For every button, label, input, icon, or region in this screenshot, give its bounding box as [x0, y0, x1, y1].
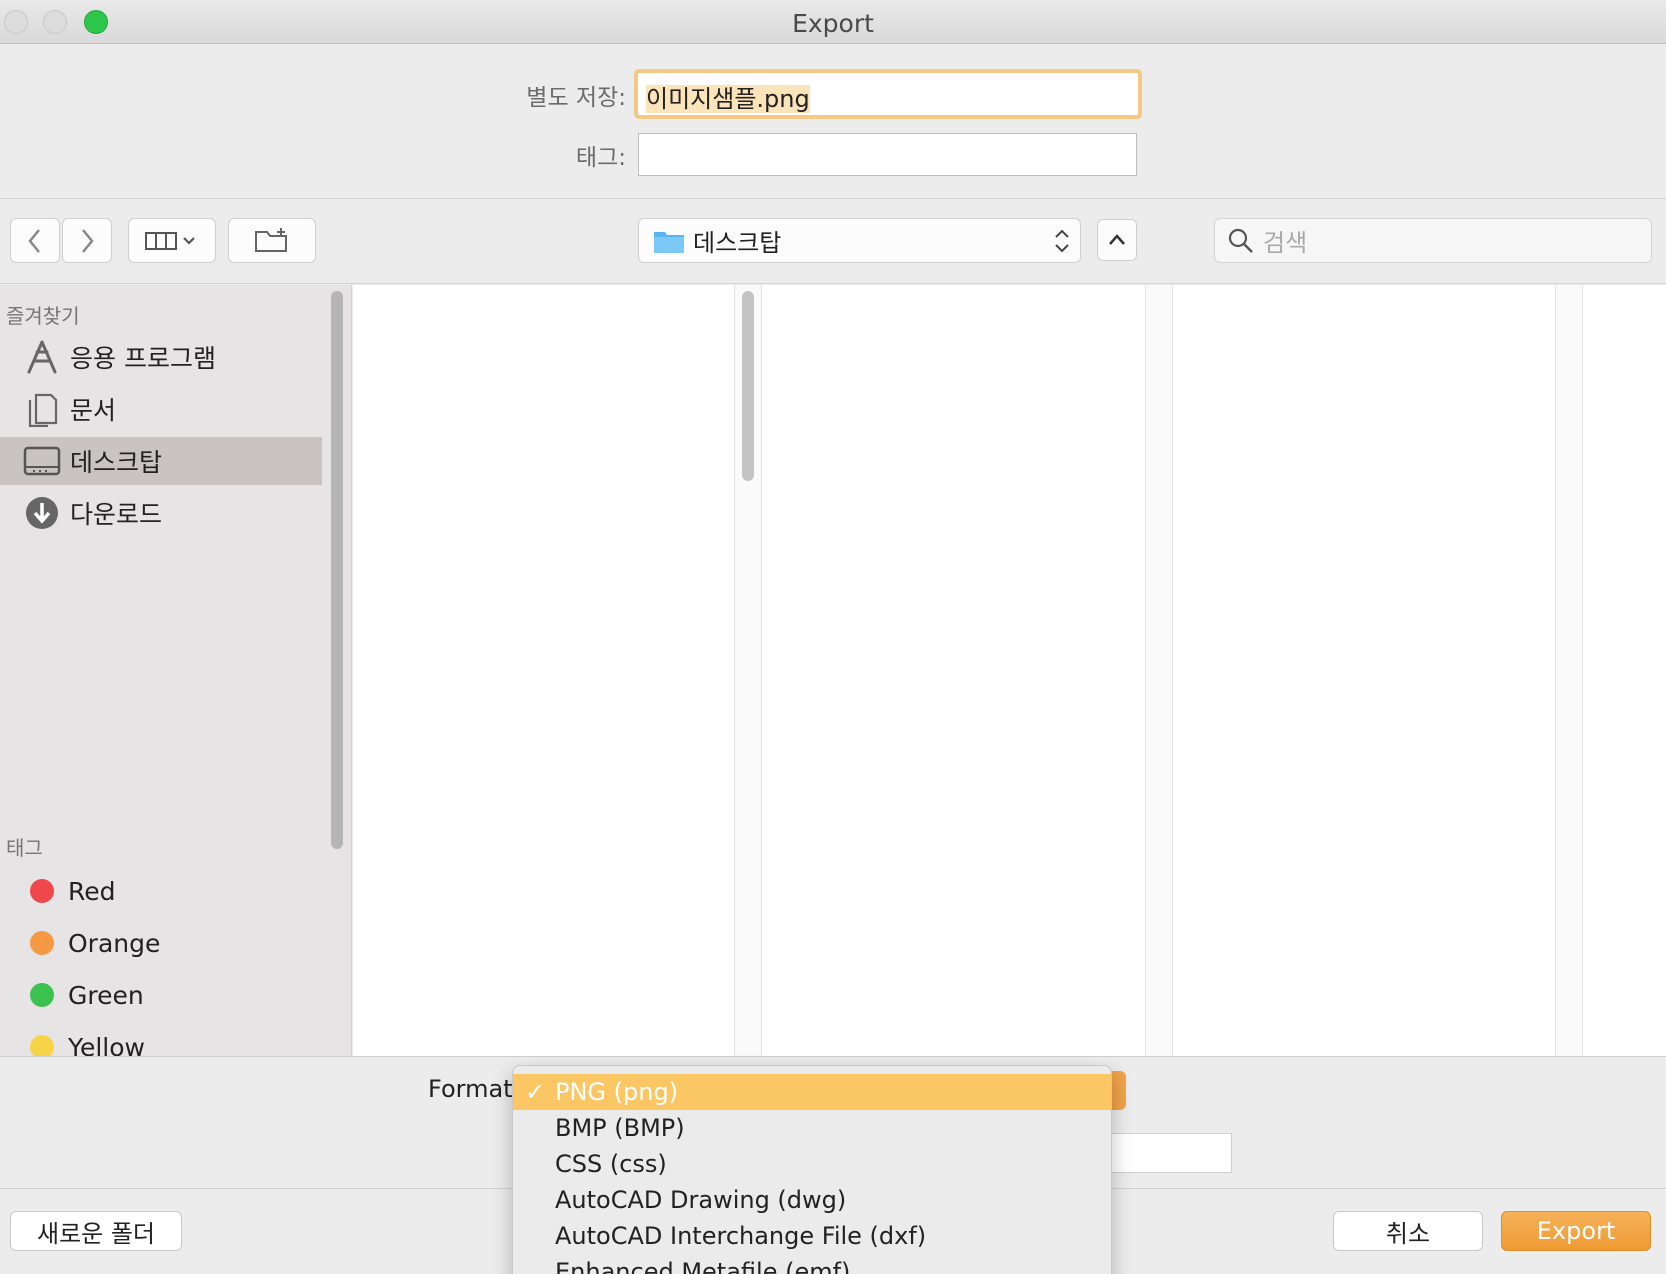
forward-button[interactable] — [62, 218, 112, 263]
location-label: 데스크탑 — [693, 229, 782, 257]
chevron-updown-icon — [1055, 229, 1069, 252]
orange-tag-dot — [30, 931, 54, 955]
sidebar-tag-red[interactable]: Red — [0, 867, 322, 915]
tag-label: Red — [68, 876, 116, 906]
applications-icon — [22, 337, 62, 377]
format-option-dxf[interactable]: AutoCAD Interchange File (dxf) — [513, 1218, 1111, 1254]
format-label: Format — [428, 1075, 513, 1103]
export-button[interactable]: Export — [1501, 1211, 1651, 1251]
column-divider[interactable] — [1555, 285, 1583, 1056]
filename-field[interactable]: 이미지샘플.png — [634, 69, 1142, 119]
sidebar-tag-yellow[interactable]: Yellow — [0, 1023, 322, 1056]
desktop-icon — [22, 441, 62, 481]
favorites-section-title: 즐겨찾기 — [6, 304, 80, 328]
filename-value: 이미지샘플.png — [646, 85, 810, 113]
title-bar: Export — [0, 0, 1666, 44]
new-folder-icon — [255, 227, 287, 252]
sidebar-item-applications[interactable]: 응용 프로그램 — [0, 333, 322, 381]
format-option-dwg[interactable]: AutoCAD Drawing (dwg) — [513, 1182, 1111, 1218]
chevron-right-icon — [82, 228, 94, 253]
sidebar-scrollbar[interactable] — [331, 291, 343, 849]
options-field[interactable] — [1110, 1133, 1232, 1173]
sidebar-tag-green[interactable]: Green — [0, 971, 322, 1019]
column-scrollbar[interactable] — [742, 291, 754, 481]
save-as-header: 별도 저장: 이미지샘플.png 태그: — [0, 44, 1666, 199]
sidebar-item-label: 응용 프로그램 — [70, 344, 216, 373]
back-button[interactable] — [10, 218, 60, 263]
yellow-tag-dot — [30, 1035, 54, 1056]
new-folder-toolbar-button[interactable] — [228, 218, 316, 263]
green-tag-dot — [30, 983, 54, 1007]
format-option-label: PNG (png) — [555, 1078, 679, 1106]
checkmark-icon: ✓ — [525, 1078, 546, 1106]
save-as-label: 별도 저장: — [526, 85, 626, 111]
column-view-icon — [145, 231, 195, 250]
search-placeholder: 검색 — [1263, 229, 1308, 257]
sidebar-item-downloads[interactable]: 다운로드 — [0, 489, 322, 537]
tags-label: 태그: — [575, 145, 626, 171]
tag-label: Orange — [68, 928, 161, 958]
sidebar-item-label: 다운로드 — [70, 500, 163, 529]
format-option-label: AutoCAD Drawing (dwg) — [555, 1186, 847, 1214]
tags-field[interactable] — [638, 133, 1137, 176]
format-option-label: BMP (BMP) — [555, 1114, 685, 1142]
format-option-label: AutoCAD Interchange File (dxf) — [555, 1222, 927, 1250]
sidebar: 즐겨찾기 응용 프로그램 문서 데스크탑 다운로드 태그 Red Orange … — [0, 285, 352, 1056]
search-field[interactable]: 검색 — [1214, 218, 1652, 263]
red-tag-dot — [30, 879, 54, 903]
view-mode-button[interactable] — [128, 218, 216, 263]
format-option-bmp[interactable]: BMP (BMP) — [513, 1110, 1111, 1146]
sidebar-item-documents[interactable]: 문서 — [0, 385, 322, 433]
sidebar-item-label: 데스크탑 — [70, 448, 163, 477]
collapse-button[interactable] — [1097, 219, 1137, 261]
format-option-label: Enhanced Metafile (emf) — [555, 1258, 851, 1274]
sidebar-item-desktop[interactable]: 데스크탑 — [0, 437, 322, 485]
location-popup[interactable]: 데스크탑 — [638, 218, 1081, 263]
tag-label: Green — [68, 980, 144, 1010]
file-browser — [353, 285, 1666, 1056]
folder-icon — [654, 231, 684, 253]
format-menu: ✓ PNG (png) BMP (BMP) CSS (css) AutoCAD … — [512, 1065, 1112, 1274]
format-option-png[interactable]: ✓ PNG (png) — [513, 1074, 1111, 1110]
downloads-icon — [22, 493, 62, 533]
sidebar-tag-orange[interactable]: Orange — [0, 919, 322, 967]
window-title: Export — [792, 9, 874, 38]
tags-section-title: 태그 — [6, 836, 43, 860]
cancel-button[interactable]: 취소 — [1333, 1211, 1483, 1251]
chevron-up-icon — [1109, 234, 1125, 245]
documents-icon — [22, 389, 62, 429]
search-icon — [1228, 228, 1253, 253]
sidebar-item-label: 문서 — [70, 396, 117, 425]
format-option-emf[interactable]: Enhanced Metafile (emf) — [513, 1254, 1111, 1274]
tag-label: Yellow — [68, 1032, 145, 1057]
column-divider[interactable] — [1145, 285, 1173, 1056]
format-option-label: CSS (css) — [555, 1150, 667, 1178]
chevron-left-icon — [28, 228, 40, 253]
format-option-css[interactable]: CSS (css) — [513, 1146, 1111, 1182]
new-folder-button[interactable]: 새로운 폴더 — [10, 1211, 182, 1251]
